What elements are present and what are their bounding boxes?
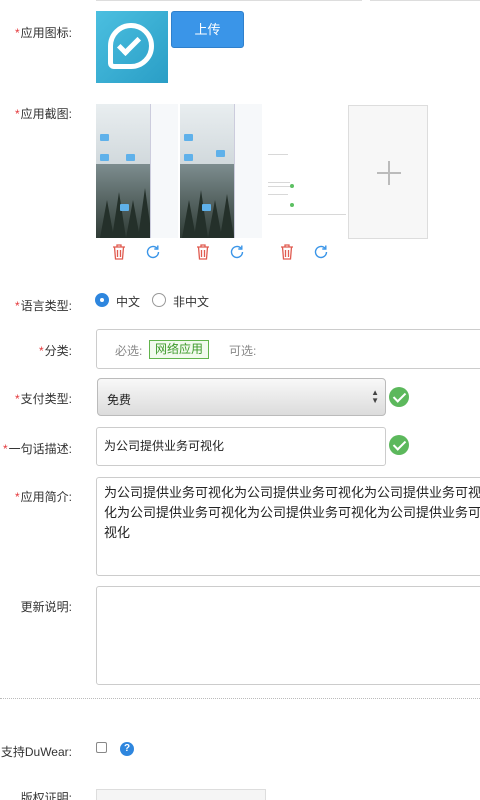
selected-category-tag[interactable]: 网络应用: [149, 340, 210, 359]
screenshot-thumbnail-2: [180, 104, 262, 238]
refresh-icon[interactable]: [228, 243, 246, 261]
tagline-label: *一句话描述:: [2, 442, 72, 456]
copyright-upload-field[interactable]: [96, 789, 266, 800]
language-radio-non-chinese[interactable]: [152, 293, 166, 307]
required-marker: *: [14, 490, 20, 504]
previous-field-edge-left: [96, 0, 362, 1]
required-marker: *: [14, 392, 20, 406]
category-label: *分类:: [38, 344, 72, 358]
intro-textarea[interactable]: 为公司提供业务可视化为公司提供业务可视化为公司提供业务可视化为公司提供业务可视化…: [96, 477, 480, 576]
check-circle-icon: [389, 435, 409, 455]
screenshot-thumbnail-1: [96, 104, 178, 238]
language-option-chinese-label: 中文: [116, 295, 141, 309]
required-marker: *: [14, 107, 20, 121]
tagline-input[interactable]: 为公司提供业务可视化: [96, 427, 386, 466]
refresh-icon[interactable]: [312, 243, 330, 261]
payment-type-label: *支付类型:: [14, 392, 72, 406]
duwear-checkbox[interactable]: [96, 742, 107, 753]
select-arrows-icon: ▲ ▼: [371, 388, 379, 405]
trash-icon[interactable]: [110, 243, 128, 261]
update-notes-textarea[interactable]: [96, 586, 480, 685]
intro-label: *应用简介:: [14, 490, 72, 504]
required-marker: *: [14, 299, 20, 313]
upload-button[interactable]: 上传: [171, 11, 244, 48]
required-category-prefix: 必选:: [115, 344, 143, 358]
language-label: *语言类型:: [14, 299, 72, 313]
app-icon-image: [96, 11, 168, 83]
category-selector[interactable]: 必选: 网络应用 可选:: [96, 329, 480, 369]
screenshot-thumbnail-3: [264, 104, 346, 238]
trash-icon[interactable]: [194, 243, 212, 261]
add-screenshot-button[interactable]: [348, 105, 428, 239]
app-icon-label: *应用图标:: [14, 26, 72, 40]
required-marker: *: [14, 26, 20, 40]
optional-category-prefix: 可选:: [229, 344, 257, 358]
language-radio-chinese[interactable]: [95, 293, 109, 307]
duwear-label: 支持DuWear:: [0, 745, 72, 759]
refresh-icon[interactable]: [144, 243, 162, 261]
screenshots-label: *应用截图:: [14, 107, 72, 121]
check-circle-icon: [389, 387, 409, 407]
required-marker: *: [2, 442, 8, 456]
update-notes-label: 更新说明:: [20, 600, 72, 614]
copyright-label: 版权证明:: [20, 791, 72, 800]
payment-type-value: 免费: [107, 393, 132, 407]
section-divider: [0, 698, 480, 699]
previous-field-edge-right: [370, 0, 480, 1]
payment-type-select[interactable]: 免费 ▲ ▼: [97, 378, 386, 416]
language-option-non-chinese-label: 非中文: [173, 295, 210, 309]
trash-icon[interactable]: [278, 243, 296, 261]
question-circle-icon[interactable]: ?: [120, 742, 134, 756]
required-marker: *: [38, 344, 44, 358]
